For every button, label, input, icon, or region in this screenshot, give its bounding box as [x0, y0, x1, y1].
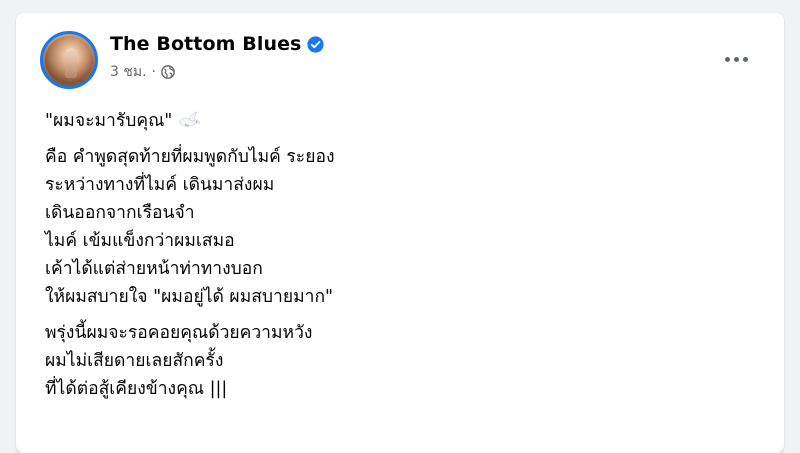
menu-dot: [724, 56, 730, 62]
post-paragraph: พรุ่งนี้ผมจะรอคอยคุณด้วยความหวัง ผมไม่เส…: [45, 319, 335, 403]
post-paragraph: คือ คำพูดสุดท้ายที่ผมพูดกับไมค์ ระยอง ระ…: [45, 143, 335, 311]
post-line: ผมไม่เสียดายเลยสักครั้ง: [45, 351, 224, 371]
post-time-row: 3 ชม. ·: [110, 61, 324, 83]
post-line: เดินออกจากเรือนจำ: [45, 203, 195, 223]
post-card: The Bottom Blues 3 ชม. · "ผมจะมารับคุณ" …: [16, 13, 784, 453]
post-timestamp[interactable]: 3 ชม.: [110, 61, 147, 83]
avatar-figure: [65, 48, 77, 78]
post-header: The Bottom Blues 3 ชม. ·: [40, 31, 325, 89]
menu-dot: [733, 56, 739, 62]
author-name[interactable]: The Bottom Blues: [110, 33, 301, 55]
post-line: "ผมจะมารับคุณ": [45, 107, 335, 135]
globe-icon[interactable]: [161, 65, 175, 79]
post-message: "ผมจะมารับคุณ" คือ คำพูดสุดท้ายที่ผมพูดก…: [45, 107, 335, 411]
post-line: ที่ได้ต่อสู้เคียงข้างคุณ |||: [45, 379, 228, 399]
menu-dot: [742, 56, 748, 62]
verified-badge-icon: [307, 35, 325, 53]
author-row: The Bottom Blues: [110, 33, 325, 55]
post-line-text: "ผมจะมารับคุณ": [45, 111, 173, 131]
dove-emoji: [178, 111, 202, 127]
separator-dot: ·: [151, 64, 156, 80]
post-meta: The Bottom Blues 3 ชม. ·: [110, 31, 325, 83]
post-line: ให้ผมสบายใจ "ผมอยู่ได้ ผมสบายมาก": [45, 287, 334, 307]
post-line: เค้าได้แต่ส่ายหน้าท่าทางบอก: [45, 259, 263, 279]
post-line: พรุ่งนี้ผมจะรอคอยคุณด้วยความหวัง: [45, 323, 313, 343]
post-line: คือ คำพูดสุดท้ายที่ผมพูดกับไมค์ ระยอง: [45, 147, 335, 167]
post-paragraph: "ผมจะมารับคุณ": [45, 107, 335, 135]
page-avatar[interactable]: [40, 31, 98, 89]
more-options-icon[interactable]: [718, 47, 754, 71]
post-line: ไมค์ เข้มแข็งกว่าผมเสมอ: [45, 231, 235, 251]
post-line: ระหว่างทางที่ไมค์ เดินมาส่งผม: [45, 175, 275, 195]
